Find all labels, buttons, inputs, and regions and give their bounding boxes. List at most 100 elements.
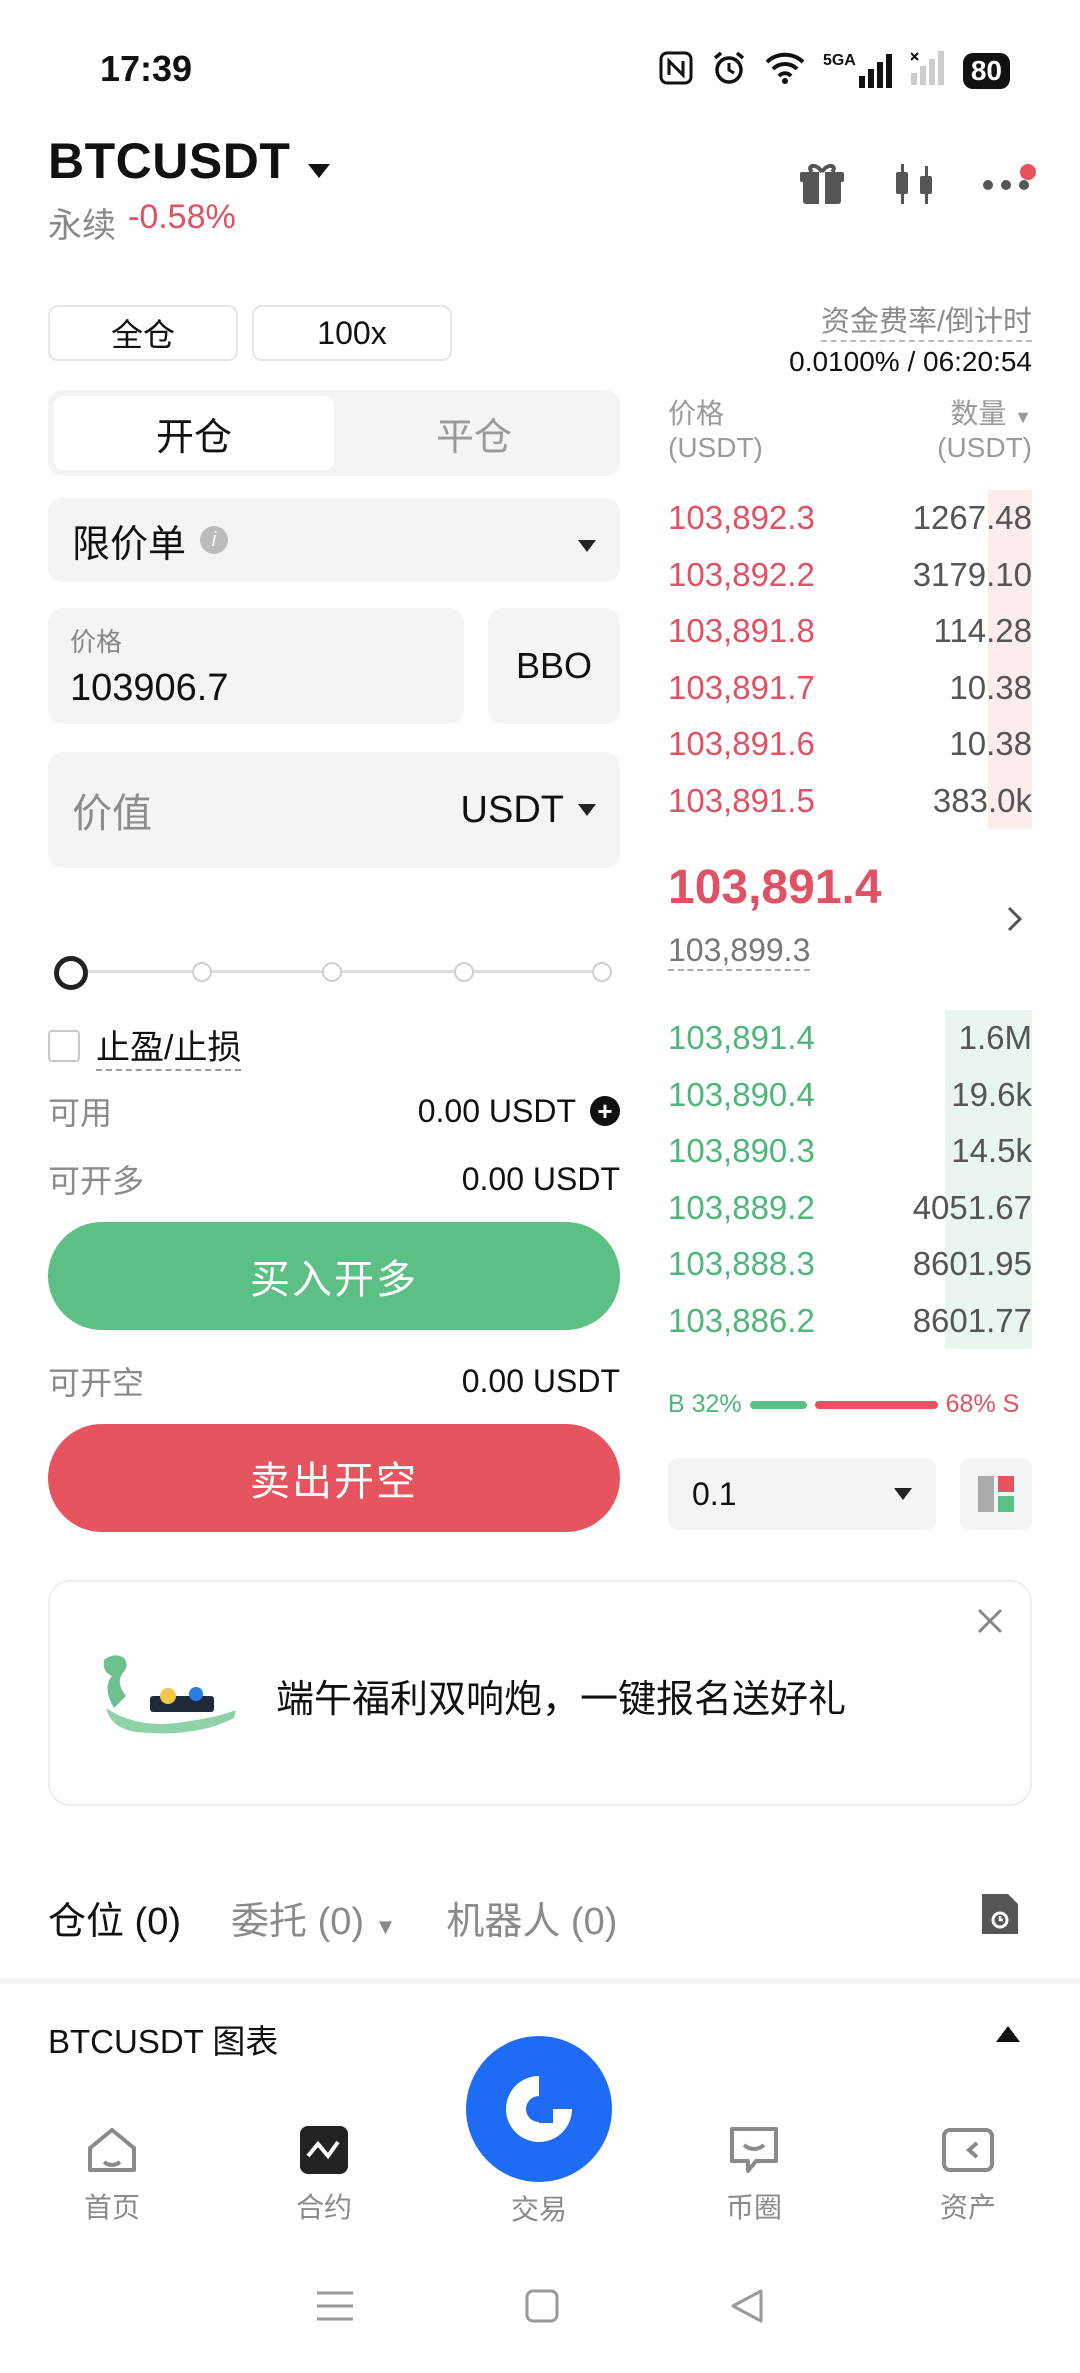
order-type-select[interactable]: 限价单 i (48, 498, 620, 582)
orderbook-price: 103,891.6 (668, 725, 815, 763)
system-nav (0, 2268, 1080, 2348)
chevron-right-icon[interactable] (1006, 900, 1024, 942)
orderbook-row[interactable]: 103,891.6 10.38 (668, 716, 1032, 773)
signal-icon: 5GA (823, 52, 893, 88)
unit-select[interactable]: USDT (461, 789, 596, 832)
candlestick-chart-icon[interactable] (890, 160, 938, 213)
nav-community[interactable]: 币圈 (684, 2120, 824, 2226)
can-short-row: 可开空 0.00 USDT (48, 1358, 620, 1404)
wallet-icon (942, 2128, 994, 2172)
funding-label: 资金费率/倒计时 (820, 298, 1032, 342)
nfc-icon (659, 51, 693, 90)
orderbook-qty: 8601.77 (912, 1301, 1032, 1339)
orderbook-price: 103,891.8 (668, 612, 815, 650)
nav-contract[interactable]: 合约 (254, 2120, 394, 2226)
sell-ratio-bar (815, 1400, 938, 1409)
nav-assets[interactable]: 资产 (898, 2120, 1038, 2226)
orderbook-qty: 1267.48 (912, 499, 1032, 537)
slider-step-75[interactable] (454, 962, 474, 982)
dragon-boat-icon (96, 1648, 246, 1743)
orderbook-layout-button[interactable] (960, 1458, 1032, 1530)
transfer-plus-icon[interactable]: + (590, 1096, 620, 1126)
trade-logo-icon (506, 2076, 572, 2142)
price-value[interactable]: 103906.7 (70, 667, 442, 710)
leverage-button[interactable]: 100x (252, 305, 452, 361)
caret-down-icon (578, 804, 596, 816)
header-actions (798, 160, 1036, 213)
orderbook-row[interactable]: 103,892.2 3179.10 (668, 546, 1032, 603)
tpsl-checkbox[interactable]: 止盈/止损 (48, 1020, 242, 1071)
info-icon[interactable]: i (200, 526, 229, 554)
chart-toggle-label[interactable]: BTCUSDT 图表 (48, 2015, 278, 2063)
orderbook-price: 103,889.2 (668, 1188, 815, 1226)
nav-home[interactable]: 首页 (42, 2120, 182, 2226)
orderbook-row[interactable]: 103,888.3 8601.95 (668, 1236, 1032, 1293)
orderbook-row[interactable]: 103,891.8 114.28 (668, 603, 1032, 660)
margin-mode-button[interactable]: 全仓 (48, 305, 238, 361)
caret-down-icon: ▼ (374, 1914, 397, 1939)
bbo-button[interactable]: BBO (488, 608, 620, 724)
orderbook-header: 价格 (USDT) 数量 ▼ (USDT) (668, 392, 1032, 464)
slider-step-50[interactable] (322, 962, 342, 982)
caret-down-icon: ▼ (1014, 407, 1032, 427)
community-icon (730, 2127, 778, 2173)
orderbook-price: 103,886.2 (668, 1301, 815, 1339)
pair-name: BTCUSDT (48, 133, 291, 189)
price-input[interactable]: 价格 103906.7 (48, 608, 464, 724)
caret-up-icon[interactable] (996, 2018, 1020, 2049)
mark-price: 103,899.3 (668, 932, 811, 971)
caret-down-icon (894, 1488, 912, 1500)
orderbook-price: 103,890.3 (668, 1132, 815, 1170)
buy-long-button[interactable]: 买入开多 (48, 1222, 620, 1330)
tab-orders[interactable]: 委托 (0) ▼ (231, 1890, 396, 1945)
orderbook-qty: 8601.95 (912, 1245, 1032, 1283)
tab-bots[interactable]: 机器人 (0) (446, 1890, 617, 1945)
orderbook-row[interactable]: 103,891.5 383.0k (668, 772, 1032, 829)
value-placeholder: 价值 (72, 792, 152, 836)
status-time: 17:39 (100, 48, 193, 89)
position-tabs: 仓位 (0) 委托 (0) ▼ 机器人 (0) (48, 1890, 617, 1945)
orderbook-row[interactable]: 103,890.3 14.5k (668, 1123, 1032, 1180)
tab-positions[interactable]: 仓位 (0) (48, 1890, 181, 1945)
close-icon[interactable] (976, 1600, 1004, 1645)
pair-selector[interactable]: BTCUSDT (48, 132, 331, 190)
can-long-label: 可开多 (48, 1163, 145, 1199)
orderbook-price: 103,888.3 (668, 1245, 815, 1283)
nav-home-label: 首页 (83, 2192, 140, 2223)
home-square-icon[interactable] (524, 2288, 560, 2329)
slider-step-25[interactable] (192, 962, 212, 982)
can-short-value: 0.00 USDT (461, 1362, 620, 1399)
slider-thumb[interactable] (54, 956, 88, 990)
orderbook-row[interactable]: 103,886.2 8601.77 (668, 1292, 1032, 1349)
buy-sell-ratio: B 32% 68% S (668, 1390, 1032, 1419)
available-value: 0.00 USDT (417, 1092, 576, 1129)
menu-icon[interactable] (315, 2290, 355, 2327)
trade-fab[interactable] (466, 2036, 612, 2182)
orderbook-row[interactable]: 103,892.3 1267.48 (668, 490, 1032, 547)
sell-short-button[interactable]: 卖出开空 (48, 1424, 620, 1532)
slider-step-100[interactable] (592, 962, 612, 982)
tab-open[interactable]: 开仓 (54, 396, 334, 470)
depth-step-select[interactable]: 0.1 (668, 1458, 936, 1530)
more-icon[interactable] (982, 163, 1036, 196)
can-short-label: 可开空 (48, 1365, 145, 1401)
orderbook-row[interactable]: 103,891.4 1.6M (668, 1010, 1032, 1067)
unit-label: USDT (460, 788, 564, 831)
qty-column-toggle[interactable]: 数量 ▼ (USDT) (937, 392, 1032, 464)
notification-dot (1020, 163, 1036, 180)
col-price: 价格 (668, 398, 725, 429)
value-input[interactable]: 价值 USDT (48, 752, 620, 868)
pair-subtitle: 永续 -0.58% (48, 198, 236, 247)
section-divider (0, 1978, 1080, 1984)
orderbook-row[interactable]: 103,889.2 4051.67 (668, 1179, 1032, 1236)
back-icon[interactable] (729, 2288, 765, 2329)
price-label: 价格 (70, 627, 123, 657)
gift-icon[interactable] (798, 160, 846, 213)
orderbook-row[interactable]: 103,890.4 19.6k (668, 1066, 1032, 1123)
order-history-icon[interactable] (978, 1890, 1022, 1943)
tab-close[interactable]: 平仓 (334, 396, 614, 470)
orderbook-row[interactable]: 103,891.7 10.38 (668, 659, 1032, 716)
signal-2-icon (910, 51, 945, 90)
funding-rate[interactable]: 资金费率/倒计时 0.0100% / 06:20:54 (789, 298, 1032, 378)
checkbox-box[interactable] (48, 1029, 80, 1062)
